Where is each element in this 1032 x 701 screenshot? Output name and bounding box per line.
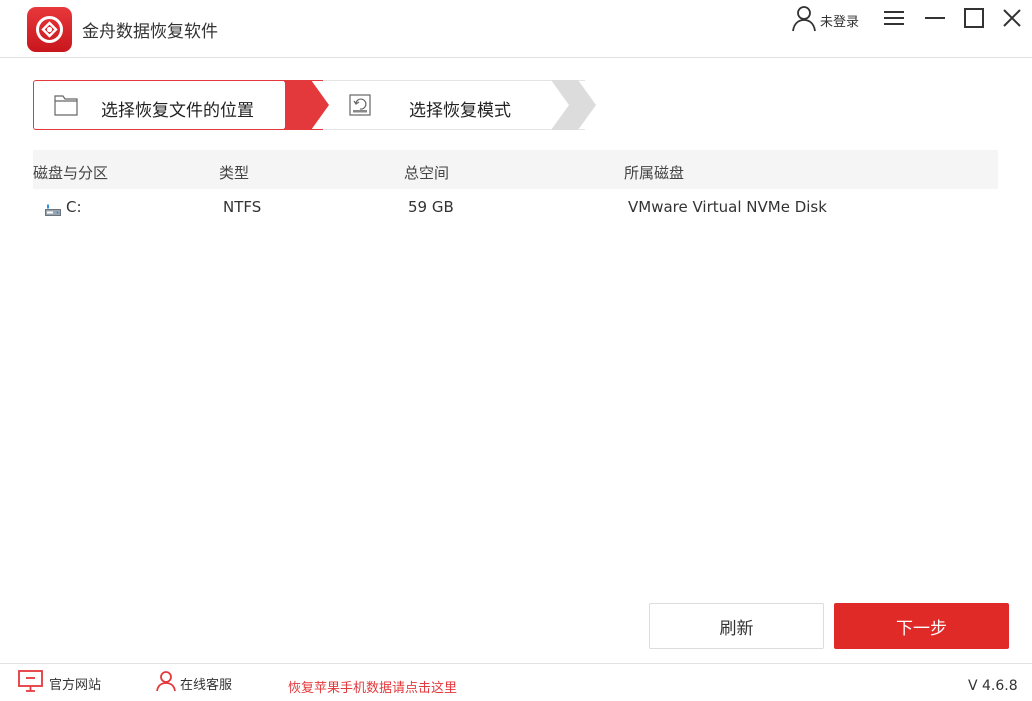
close-icon [1003, 9, 1021, 27]
app-title: 金舟数据恢复软件 [82, 22, 218, 42]
minimize-button[interactable] [923, 6, 947, 30]
app-logo-icon [27, 7, 72, 52]
user-icon [790, 4, 818, 36]
hamburger-menu-icon [884, 11, 904, 25]
support-link[interactable]: 在线客服 [156, 670, 233, 696]
column-header-partition: 磁盘与分区 [33, 164, 109, 182]
column-header-size: 总空间 [404, 164, 450, 182]
maximize-icon [964, 8, 984, 28]
refresh-button[interactable]: 刷新 [649, 603, 824, 649]
cell-disk: VMware Virtual NVMe Disk [628, 198, 827, 216]
maximize-button[interactable] [962, 6, 986, 30]
menu-button[interactable] [882, 6, 906, 30]
version-label: V 4.6.8 [968, 678, 1018, 694]
step-2-chevron-icon [551, 80, 596, 130]
step-1-label: 选择恢复文件的位置 [101, 101, 254, 121]
column-header-type: 类型 [219, 164, 250, 182]
minimize-icon [925, 17, 945, 19]
cell-size: 59 GB [408, 198, 454, 216]
login-status-label: 未登录 [820, 14, 860, 30]
table-header: 磁盘与分区 类型 总空间 所属磁盘 [33, 150, 998, 189]
folder-icon [54, 94, 78, 120]
next-button[interactable]: 下一步 [834, 603, 1009, 649]
step-select-location: 选择恢复文件的位置 [33, 80, 323, 130]
website-link[interactable]: 官方网站 [18, 670, 102, 696]
step-2-label: 选择恢复模式 [409, 101, 511, 121]
partition-table: 磁盘与分区 类型 总空间 所属磁盘 C: NTFS 59 GB VMware V… [33, 150, 998, 226]
login-button[interactable]: 未登录 [790, 6, 859, 34]
recovery-disk-icon [349, 94, 373, 122]
apple-recovery-link[interactable]: 恢复苹果手机数据请点击这里 [288, 677, 457, 696]
website-label: 官方网站 [49, 677, 102, 693]
step-select-mode: 选择恢复模式 [323, 80, 585, 130]
footer: 官方网站 在线客服 恢复苹果手机数据请点击这里 V 4.6.8 [0, 663, 1032, 701]
step-1-chevron-icon [283, 80, 329, 130]
cell-type: NTFS [223, 198, 262, 216]
step-indicator: 选择恢复文件的位置 选择恢复模式 [33, 80, 598, 130]
cell-partition: C: [66, 198, 82, 216]
title-bar: 金舟数据恢复软件 未登录 [0, 0, 1032, 58]
table-row[interactable]: C: NTFS 59 GB VMware Virtual NVMe Disk [33, 189, 998, 226]
close-button[interactable] [1000, 6, 1024, 30]
support-label: 在线客服 [180, 677, 233, 693]
monitor-icon [18, 670, 43, 696]
column-header-disk: 所属磁盘 [624, 164, 685, 182]
customer-service-icon [156, 670, 176, 696]
hard-drive-icon [45, 201, 61, 220]
